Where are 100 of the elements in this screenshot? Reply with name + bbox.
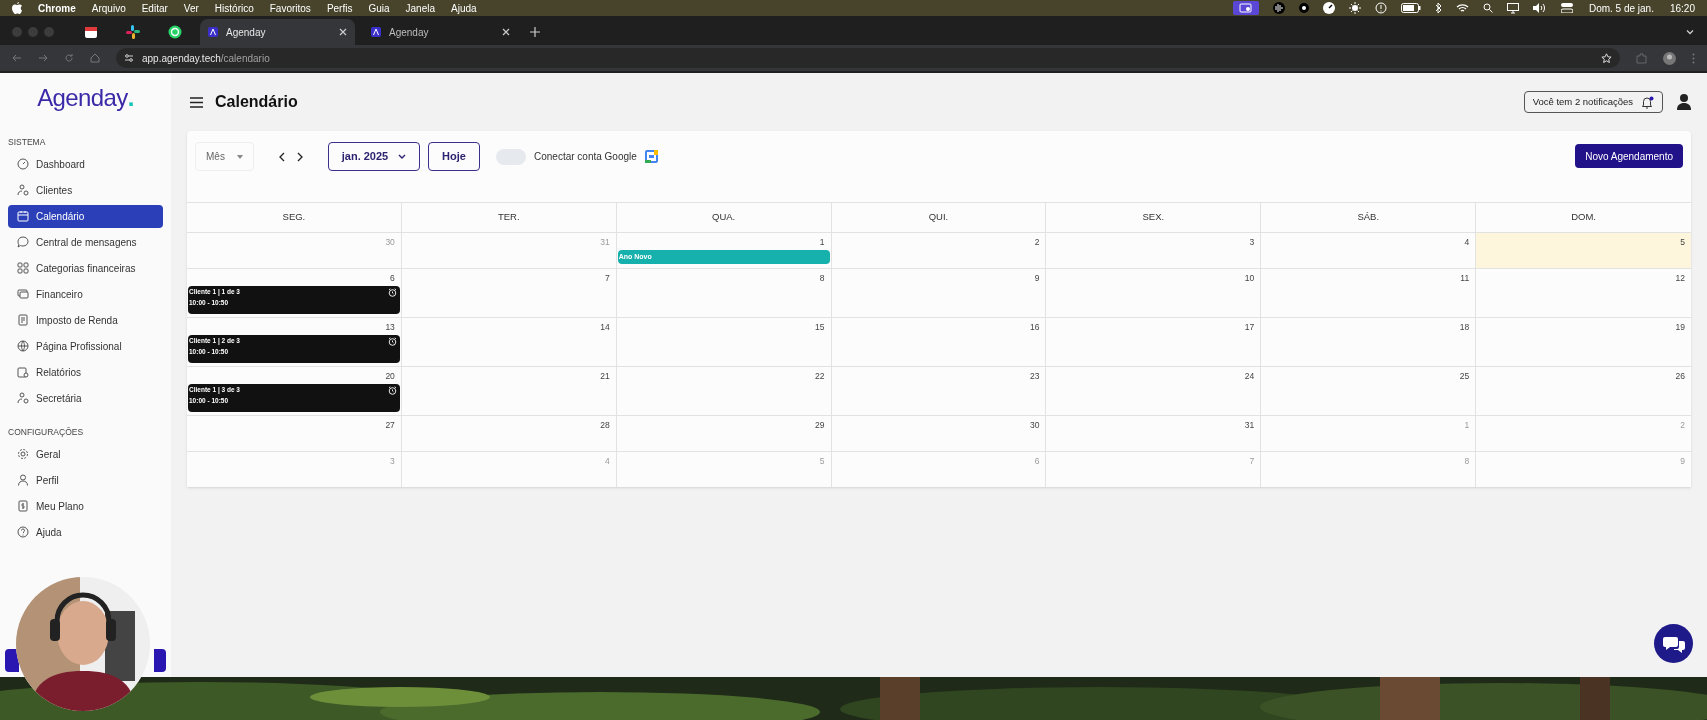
user-avatar-icon[interactable] <box>1677 94 1691 110</box>
sidebar-item[interactable]: Geral <box>8 442 163 466</box>
menu-item[interactable]: Editar <box>141 0 168 16</box>
day-number: 3 <box>390 455 396 468</box>
today-button[interactable]: Hoje <box>428 142 480 171</box>
site-settings-icon[interactable] <box>124 53 134 63</box>
bluetooth-icon[interactable] <box>1434 2 1442 14</box>
sidebar-item[interactable]: Dashboard <box>8 152 163 176</box>
day-number: 25 <box>1459 370 1471 383</box>
star-icon[interactable] <box>1601 52 1612 64</box>
circle-app-icon[interactable] <box>1298 3 1309 13</box>
button-edge[interactable] <box>154 649 166 672</box>
menu-item[interactable]: Ajuda <box>451 0 477 16</box>
back-icon[interactable] <box>12 53 22 63</box>
day-cell[interactable]: 31 <box>1046 416 1262 452</box>
sidebar-item[interactable]: Imposto de Renda <box>8 308 163 332</box>
sidebar-item[interactable]: Meu Plano <box>8 494 163 518</box>
menu-item[interactable]: Ver <box>183 0 199 16</box>
browser-tab[interactable]: Agenday <box>363 19 518 45</box>
day-number: 4 <box>604 455 611 468</box>
previous-icon[interactable] <box>278 151 286 162</box>
day-cell[interactable]: 24 <box>1046 367 1262 416</box>
sidebar-item[interactable]: Central de mensagens <box>8 230 163 254</box>
sidebar-item[interactable]: Ajuda <box>8 520 163 544</box>
menubar-time[interactable]: 16:20 <box>1669 0 1695 16</box>
menu-item[interactable]: Janela <box>405 0 436 16</box>
menubar-date[interactable]: Dom. 5 de jan. <box>1588 0 1654 16</box>
day-cell[interactable]: 28 <box>401 416 617 452</box>
profile-avatar-icon[interactable] <box>1663 51 1676 65</box>
menu-item[interactable]: Perfis <box>326 0 353 16</box>
new-tab-icon[interactable] <box>530 27 540 37</box>
chevron-down-icon[interactable] <box>1685 27 1695 37</box>
gauge-icon[interactable] <box>1322 2 1335 14</box>
day-cell[interactable]: 18 <box>1261 318 1477 367</box>
close-icon[interactable] <box>339 28 347 36</box>
day-cell[interactable]: 11 <box>1261 269 1477 318</box>
month-picker[interactable]: jan. 2025 <box>328 142 420 171</box>
day-cell[interactable]: 8 <box>616 269 832 318</box>
home-icon[interactable] <box>90 53 100 63</box>
day-cell[interactable]: 15 <box>616 318 832 367</box>
day-cell[interactable]: 17 <box>1046 318 1262 367</box>
sidebar-item[interactable]: Financeiro <box>8 282 163 306</box>
sidebar-item[interactable]: Categorias financeiras <box>8 256 163 280</box>
address-bar[interactable]: app.agenday.tech/calendario <box>116 48 1620 68</box>
day-cell[interactable]: 19 <box>1476 318 1691 367</box>
day-cell[interactable]: 16 <box>831 318 1047 367</box>
chat-app-icon[interactable] <box>168 25 182 39</box>
close-icon[interactable] <box>502 28 510 36</box>
sidebar-item[interactable]: Perfil <box>8 468 163 492</box>
day-cell[interactable]: 14 <box>401 318 617 367</box>
people-icon <box>17 392 29 405</box>
day-cell[interactable]: 22 <box>616 367 832 416</box>
day-cell[interactable]: 7 <box>401 269 617 318</box>
sidebar-item[interactable]: Página Profissional <box>8 334 163 358</box>
day-cell[interactable]: 27 <box>187 416 402 452</box>
app-menu[interactable]: Chrome <box>38 0 76 16</box>
day-cell[interactable]: 29 <box>616 416 832 452</box>
menu-item[interactable]: Histórico <box>214 0 254 16</box>
volume-icon[interactable] <box>1532 3 1547 13</box>
menu-item[interactable]: Favoritos <box>269 0 311 16</box>
day-number: 31 <box>600 236 611 249</box>
menu-item[interactable]: Guia <box>368 0 390 16</box>
pinwheel-icon[interactable] <box>126 25 140 39</box>
wifi-icon[interactable] <box>1455 3 1469 13</box>
button-edge[interactable] <box>5 649 19 672</box>
notifications-button[interactable]: Você tem 2 notificações <box>1523 91 1663 113</box>
battery-icon[interactable] <box>1400 3 1421 13</box>
alert-icon[interactable] <box>1374 2 1387 14</box>
day-cell[interactable]: 30 <box>831 416 1047 452</box>
display-icon[interactable] <box>1506 2 1519 14</box>
menu-icon[interactable] <box>190 96 203 108</box>
day-cell[interactable]: 12 <box>1476 269 1691 318</box>
search-icon[interactable] <box>1482 3 1493 13</box>
day-cell[interactable]: 5 <box>1476 233 1691 269</box>
sidebar-item[interactable]: Calendário <box>8 204 163 228</box>
screen-share-icon[interactable] <box>1232 1 1259 15</box>
menu-item[interactable]: Arquivo <box>91 0 126 16</box>
control-center-icon[interactable] <box>1560 3 1573 13</box>
caret-icon <box>237 154 243 159</box>
day-cell[interactable]: 9 <box>831 269 1047 318</box>
day-cell[interactable]: 2 <box>831 233 1047 269</box>
browser-tab[interactable]: Agenday <box>200 19 355 45</box>
day-cell[interactable]: 21 <box>401 367 617 416</box>
sidebar-item[interactable]: Secretária <box>8 386 163 410</box>
apple-icon[interactable] <box>12 2 22 14</box>
people-icon <box>17 184 29 197</box>
day-cell[interactable]: 26 <box>1476 367 1691 416</box>
day-cell[interactable]: 3 <box>1046 233 1262 269</box>
day-cell[interactable]: 23 <box>831 367 1047 416</box>
forward-icon[interactable] <box>38 53 48 63</box>
next-icon[interactable] <box>296 151 304 162</box>
day-cell[interactable]: 25 <box>1261 367 1477 416</box>
sun-icon[interactable] <box>1348 2 1361 14</box>
day-number: 7 <box>1249 455 1256 468</box>
sidebar-item[interactable]: Clientes <box>8 178 163 202</box>
view-select[interactable]: Mês <box>195 142 254 171</box>
sidebar-item[interactable]: Relatórios <box>8 360 163 384</box>
calendar-app-icon[interactable] <box>84 25 98 39</box>
new-appointment-button[interactable]: Novo Agendamento <box>1575 144 1683 168</box>
day-cell[interactable]: 10 <box>1046 269 1262 318</box>
